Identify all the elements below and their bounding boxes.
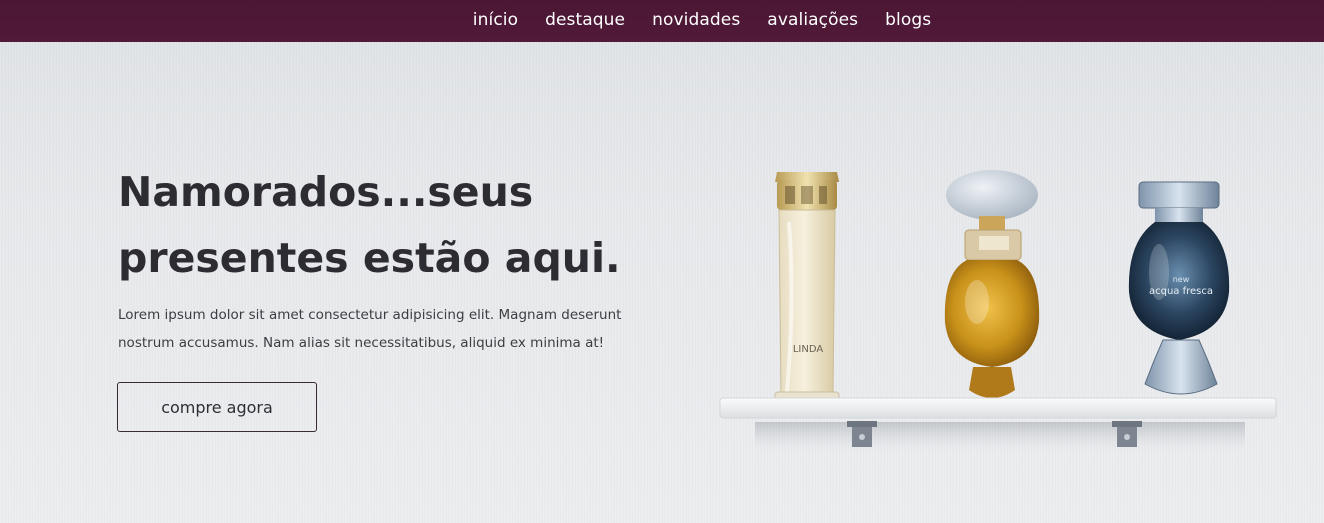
bottle1-label: LINDA: [793, 344, 824, 355]
hero-description-line1: Lorem ipsum dolor sit amet consectetur a…: [118, 307, 622, 323]
display-shelf: [719, 397, 1277, 419]
perfume-bottle-linda: LINDA: [774, 172, 840, 405]
top-navbar: início destaque novidades avaliações blo…: [0, 0, 1324, 42]
nav-links: início destaque novidades avaliações blo…: [473, 10, 931, 30]
nav-link-novidades[interactable]: novidades: [652, 10, 740, 30]
nav-link-avaliacoes[interactable]: avaliações: [767, 10, 858, 30]
bottle3-label-main: acqua fresca: [1149, 286, 1213, 297]
buy-now-button[interactable]: compre agora: [117, 382, 317, 432]
nav-link-destaque[interactable]: destaque: [545, 10, 625, 30]
nav-link-inicio[interactable]: início: [473, 10, 518, 30]
perfume-bottle-amber: [944, 170, 1040, 398]
hero-title: Namorados...seus presentes estão aqui.: [118, 159, 718, 291]
hero-title-line2: presentes estão aqui.: [118, 234, 621, 282]
nav-link-blogs[interactable]: blogs: [885, 10, 931, 30]
bottle3-label-top: new: [1173, 275, 1190, 284]
hero-description: Lorem ipsum dolor sit amet consectetur a…: [118, 301, 698, 357]
hero-description-line2: nostrum accusamus. Nam alias sit necessi…: [118, 335, 605, 351]
product-display-image: LINDA new acqua fresca: [715, 122, 1285, 452]
hero-title-line1: Namorados...seus: [118, 168, 534, 216]
perfume-bottle-acqua-fresca: new acqua fresca: [1128, 181, 1230, 395]
hero-section: Namorados...seus presentes estão aqui. L…: [0, 42, 1324, 523]
perfume-shelf-illustration: LINDA new acqua fresca: [719, 170, 1277, 452]
